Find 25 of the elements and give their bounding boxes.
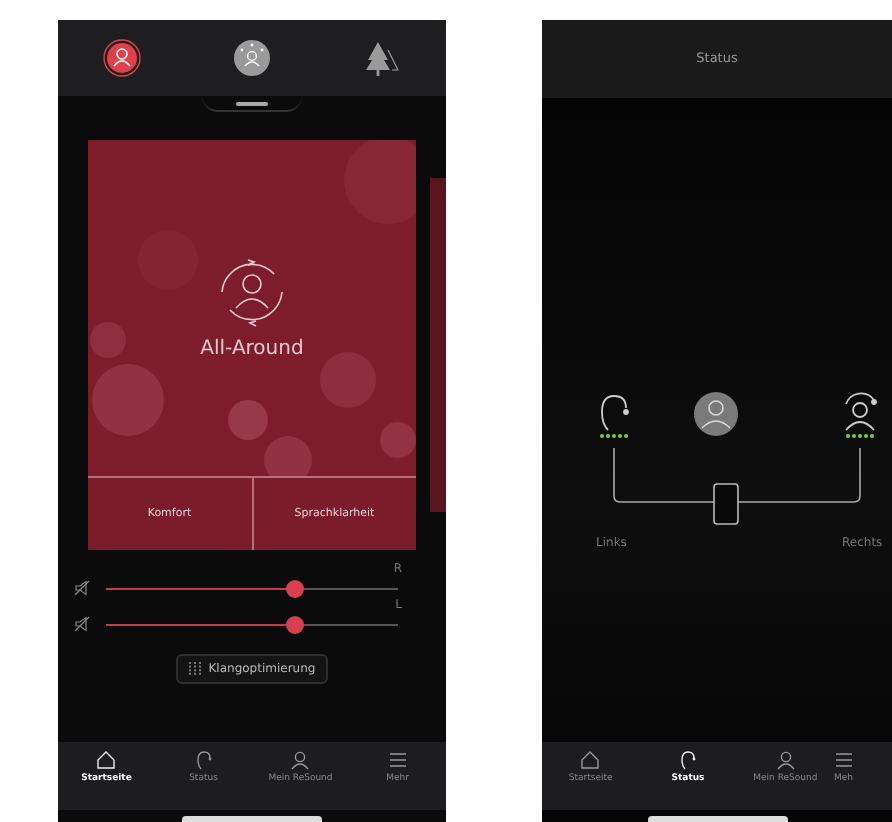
hearing-aid-icon [193,750,214,770]
menu-icon [834,750,855,770]
program-title: All-Around [200,336,304,364]
home-icon [96,750,117,770]
equalizer-icon [188,662,203,676]
slider-thumb[interactable] [286,579,305,597]
home-indicator [182,816,322,822]
home-indicator [647,816,787,822]
home-icon [580,750,601,770]
mute-icon [74,580,90,596]
avatar-icon [694,392,738,436]
hearing-aid-icon [678,750,698,770]
hearing-aid-icon [601,395,629,431]
connector-line [613,447,715,503]
program-tab[interactable] [102,38,143,78]
ambient-tab[interactable] [231,38,272,78]
mute-icon [74,616,90,632]
connector-line [737,447,861,503]
slider-thumb[interactable] [286,615,305,633]
outdoor-tab[interactable] [361,38,402,78]
person-icon [775,750,796,770]
person-icon [290,750,311,770]
menu-icon [387,750,408,770]
headset-person-icon [845,392,877,431]
phone-icon [713,483,739,525]
